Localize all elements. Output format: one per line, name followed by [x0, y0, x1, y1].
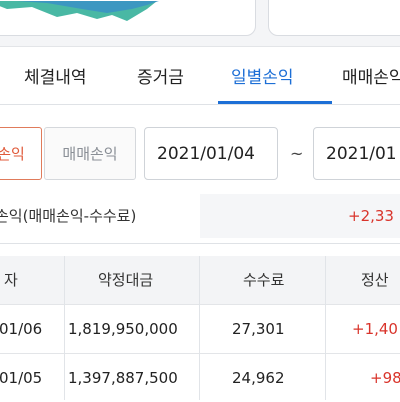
header-settlement: 정산 [361, 271, 389, 289]
tab-margin[interactable]: 증거금 [137, 47, 184, 105]
cell-date: 01/06 [0, 320, 43, 338]
cell-settlement: +98 [370, 369, 400, 387]
segment-pnl-button[interactable]: 손익 [0, 127, 42, 180]
end-date-input[interactable]: 2021/01 [313, 127, 400, 180]
header-fee: 수수료 [243, 271, 285, 289]
summary-value: +2,33 [348, 207, 394, 225]
cell-fee: 24,962 [232, 369, 285, 387]
header-date: 자 [4, 271, 18, 289]
table-row[interactable]: 01/06 1,819,950,000 27,301 +1,40 [0, 305, 400, 353]
cell-settlement: +1,40 [352, 320, 398, 338]
tab-daily-pnl[interactable]: 일별손익 [231, 47, 294, 105]
header-contract-amount: 약정대금 [98, 271, 154, 289]
chart-thumbnail-graphic [0, 1, 159, 21]
tab-executions[interactable]: 체결내역 [24, 47, 87, 105]
cell-fee: 27,301 [232, 320, 285, 338]
column-divider [325, 256, 326, 400]
table-header: 자 약정대금 수수료 정산 [0, 256, 400, 304]
chart-card[interactable] [0, 0, 256, 36]
cell-contract-amount: 1,819,950,000 [68, 320, 178, 338]
start-date-input[interactable]: 2021/01/04 [144, 127, 278, 180]
column-divider [64, 256, 65, 400]
tab-bar-divider [0, 104, 400, 105]
top-card-strip [0, 0, 400, 46]
summary-label: 손익(매매손익-수수료) [0, 207, 137, 225]
summary-card[interactable] [268, 0, 400, 36]
table-row[interactable]: 01/05 1,397,887,500 24,962 +98 [0, 354, 400, 402]
tab-bar: 체결내역 증거금 일별손익 매매손익 [0, 47, 400, 105]
date-range-separator: ~ [290, 144, 304, 163]
cell-date: 01/05 [0, 369, 43, 387]
pnl-summary-row: 손익(매매손익-수수료) +2,33 [0, 194, 400, 238]
column-divider [199, 256, 200, 400]
cell-contract-amount: 1,397,887,500 [68, 369, 178, 387]
summary-divider [0, 243, 400, 244]
tab-trade-pnl[interactable]: 매매손익 [342, 47, 400, 105]
segment-trade-pnl-button[interactable]: 매매손익 [44, 127, 136, 180]
